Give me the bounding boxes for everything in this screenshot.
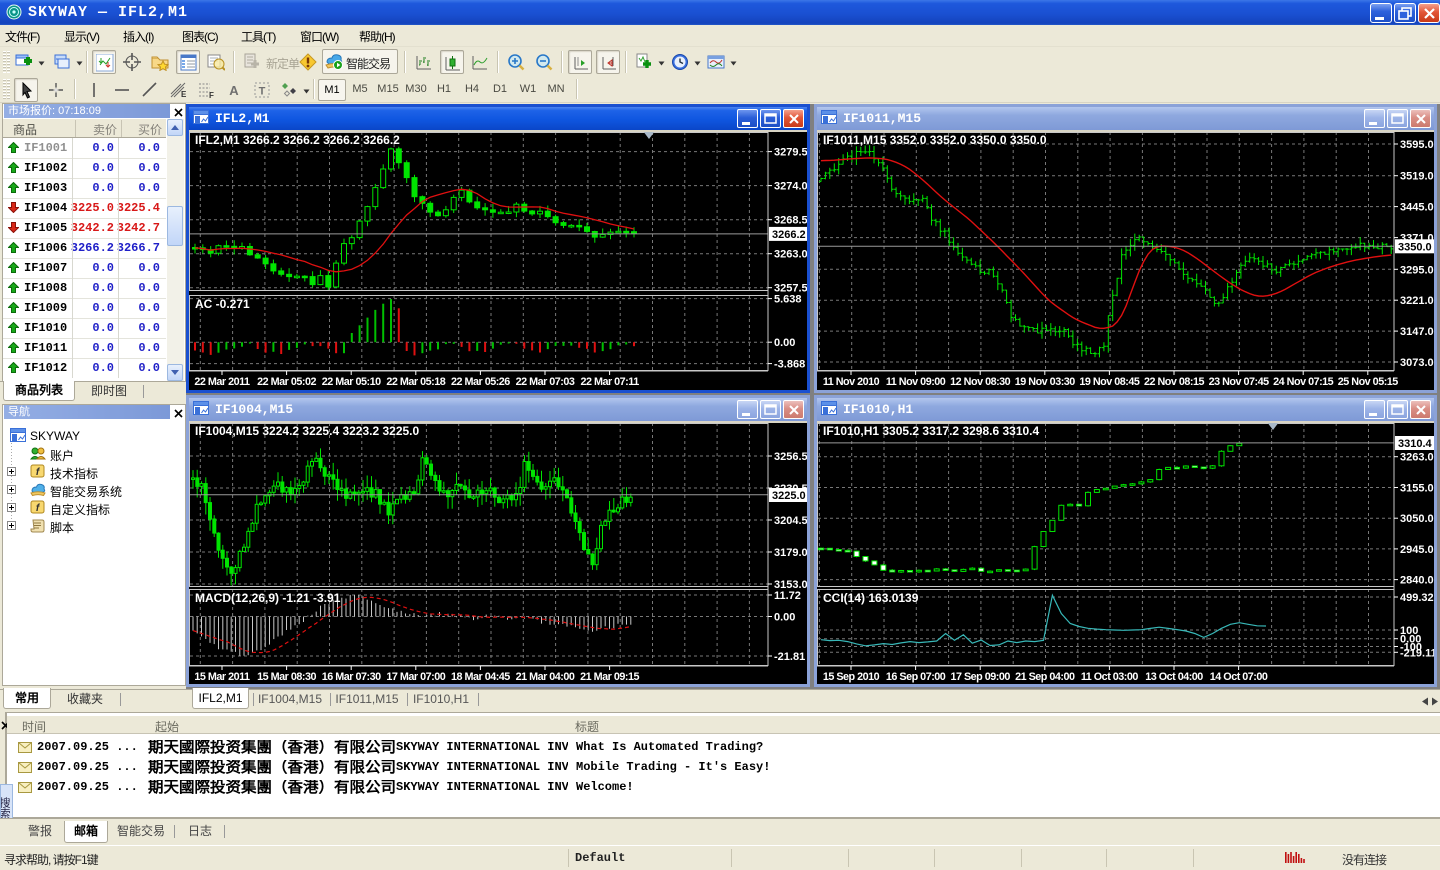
- svg-text:E: E: [181, 90, 187, 99]
- svg-text:3595.0: 3595.0: [1400, 139, 1434, 151]
- svg-text:3050.0: 3050.0: [1400, 513, 1434, 525]
- svg-text:499.3231: 499.3231: [1400, 592, 1434, 604]
- svg-text:CCI(14) 163.0139: CCI(14) 163.0139: [823, 591, 919, 605]
- svg-text:AC -0.271: AC -0.271: [195, 297, 250, 311]
- svg-text:22 Mar 05:02: 22 Mar 05:02: [257, 376, 316, 388]
- svg-text:16 Sep 07:00: 16 Sep 07:00: [886, 671, 946, 683]
- svg-text:17 Mar 07:00: 17 Mar 07:00: [386, 671, 445, 683]
- svg-text:3155.0: 3155.0: [1400, 483, 1434, 495]
- svg-text:19 Nov 08:45: 19 Nov 08:45: [1079, 376, 1140, 388]
- svg-text:15 Mar 2011: 15 Mar 2011: [194, 671, 250, 683]
- svg-text:3225.0: 3225.0: [772, 490, 806, 502]
- svg-text:11 Oct 03:00: 11 Oct 03:00: [1081, 671, 1139, 683]
- svg-text:3204.5: 3204.5: [774, 515, 807, 527]
- svg-text:21 Mar 04:00: 21 Mar 04:00: [516, 671, 575, 683]
- svg-text:3073.0: 3073.0: [1400, 357, 1434, 369]
- svg-text:T: T: [259, 86, 266, 98]
- svg-text:3263.0: 3263.0: [1400, 452, 1434, 464]
- svg-text:22 Mar 07:11: 22 Mar 07:11: [580, 376, 639, 388]
- svg-text:21 Sep 04:00: 21 Sep 04:00: [1015, 671, 1075, 683]
- svg-text:IF1011,M15 3352.0 3352.0 3350: IF1011,M15 3352.0 3352.0 3350.0 3350.0: [823, 133, 1047, 147]
- svg-text:3350.0: 3350.0: [1398, 241, 1432, 253]
- svg-text:22 Mar 2011: 22 Mar 2011: [194, 376, 250, 388]
- svg-text:22 Mar 07:03: 22 Mar 07:03: [516, 376, 575, 388]
- svg-text:22 Nov 08:15: 22 Nov 08:15: [1144, 376, 1205, 388]
- svg-text:IF1010,H1 3305.2 3317.2 3298.: IF1010,H1 3305.2 3317.2 3298.6 3310.4: [823, 424, 1040, 438]
- svg-text:15 Sep 2010: 15 Sep 2010: [823, 671, 880, 683]
- svg-text:11 Nov 09:00: 11 Nov 09:00: [886, 376, 946, 388]
- svg-text:-219.117: -219.117: [1400, 647, 1434, 659]
- svg-text:3263.0: 3263.0: [774, 249, 807, 261]
- svg-text:22 Mar 05:18: 22 Mar 05:18: [386, 376, 445, 388]
- svg-text:3274.0: 3274.0: [774, 181, 807, 193]
- svg-text:IF1004,M15 3224.2 3225.4 3223: IF1004,M15 3224.2 3225.4 3223.2 3225.0: [195, 424, 420, 438]
- svg-text:18 Mar 04:45: 18 Mar 04:45: [451, 671, 510, 683]
- svg-text:14 Oct 07:00: 14 Oct 07:00: [1210, 671, 1268, 683]
- svg-text:0.00: 0.00: [774, 337, 795, 349]
- svg-text:3221.0: 3221.0: [1400, 295, 1434, 307]
- svg-text:13 Oct 04:00: 13 Oct 04:00: [1145, 671, 1203, 683]
- svg-text:IFL2,M1 3266.2 3266.2 3266.2: IFL2,M1 3266.2 3266.2 3266.2 3266.2: [195, 133, 400, 147]
- svg-text:12 Nov 08:30: 12 Nov 08:30: [950, 376, 1011, 388]
- svg-text:3179.0: 3179.0: [774, 547, 807, 559]
- svg-text:F: F: [209, 91, 214, 99]
- svg-text:21 Mar 09:15: 21 Mar 09:15: [580, 671, 639, 683]
- svg-text:3279.5: 3279.5: [774, 147, 807, 159]
- svg-text:24 Nov 07:15: 24 Nov 07:15: [1273, 376, 1334, 388]
- svg-text:-3.868: -3.868: [774, 359, 805, 371]
- svg-text:3268.5: 3268.5: [774, 215, 807, 227]
- svg-text:2945.0: 2945.0: [1400, 544, 1434, 556]
- svg-text:3519.0: 3519.0: [1400, 171, 1434, 183]
- svg-text:0.00: 0.00: [774, 612, 795, 624]
- svg-text:17 Sep 09:00: 17 Sep 09:00: [950, 671, 1010, 683]
- svg-text:11 Nov 2010: 11 Nov 2010: [823, 376, 880, 388]
- svg-text:22 Mar 05:26: 22 Mar 05:26: [451, 376, 510, 388]
- svg-text:22 Mar 05:10: 22 Mar 05:10: [322, 376, 381, 388]
- svg-text:A: A: [229, 83, 239, 98]
- svg-text:-21.81: -21.81: [774, 651, 805, 663]
- svg-text:3445.0: 3445.0: [1400, 202, 1434, 214]
- svg-text:23 Nov 07:45: 23 Nov 07:45: [1209, 376, 1270, 388]
- svg-text:19 Nov 03:30: 19 Nov 03:30: [1015, 376, 1076, 388]
- svg-text:16 Mar 07:30: 16 Mar 07:30: [322, 671, 381, 683]
- svg-text:2840.0: 2840.0: [1400, 575, 1434, 587]
- svg-text:15 Mar 08:30: 15 Mar 08:30: [257, 671, 316, 683]
- svg-text:3266.2: 3266.2: [772, 229, 806, 241]
- svg-text:3295.0: 3295.0: [1400, 264, 1434, 276]
- svg-text:3310.4: 3310.4: [1398, 438, 1433, 450]
- svg-text:3256.5: 3256.5: [774, 451, 807, 463]
- svg-text:3147.0: 3147.0: [1400, 326, 1434, 338]
- svg-text:25 Nov 05:15: 25 Nov 05:15: [1338, 376, 1399, 388]
- svg-text:MACD(12,26,9) -1.21 -3.91: MACD(12,26,9) -1.21 -3.91: [195, 591, 341, 605]
- svg-text:5.638: 5.638: [774, 294, 802, 306]
- svg-text:11.72: 11.72: [774, 590, 801, 602]
